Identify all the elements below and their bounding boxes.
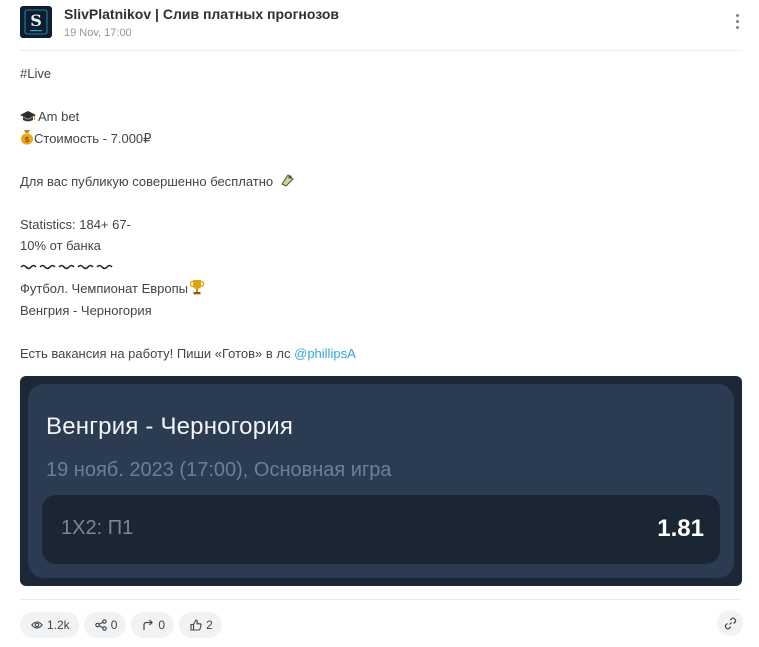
trophy-icon bbox=[189, 279, 205, 302]
reactions-button[interactable]: 2 bbox=[179, 612, 222, 638]
channel-logo-icon: S bbox=[24, 9, 48, 35]
free-note-text: Для вас публикую совершенно бесплатно bbox=[20, 173, 274, 189]
mention-link[interactable]: @phillipsA bbox=[294, 346, 356, 361]
match-text: Венгрия - Черногория bbox=[20, 302, 152, 318]
bet-card-panel: Венгрия - Черногория 19 нояб. 2023 (17:0… bbox=[28, 384, 734, 578]
channel-avatar[interactable]: S bbox=[20, 6, 52, 38]
more-dot-icon bbox=[735, 25, 739, 29]
vacancy-line: Есть вакансия на работу! Пиши «Готов» в … bbox=[20, 343, 740, 365]
tournament-line: Футбол. Чемпионат Европы bbox=[20, 278, 740, 300]
match-line: Венгрия - Черногория bbox=[20, 300, 740, 322]
post-date: 19 Nov, 17:00 bbox=[64, 27, 132, 39]
bet-market: 1X2: П1 bbox=[61, 517, 134, 539]
pin-icon bbox=[279, 172, 295, 195]
bet-card-image[interactable]: Венгрия - Черногория 19 нояб. 2023 (17:0… bbox=[20, 376, 742, 586]
forward-button[interactable]: 0 bbox=[131, 612, 175, 638]
graduation-cap-icon bbox=[20, 108, 36, 130]
more-dot-icon bbox=[735, 19, 739, 23]
svg-text:$: $ bbox=[24, 135, 30, 144]
thumbs-up-icon bbox=[190, 619, 202, 631]
post-text: #Live Am bet $ Стоимость - 7.000₽ Для ва… bbox=[20, 63, 740, 364]
link-icon bbox=[724, 617, 736, 629]
eye-icon bbox=[31, 621, 43, 629]
views-counter[interactable]: 1.2k bbox=[20, 612, 79, 638]
header-divider bbox=[20, 50, 742, 51]
forward-arrow-icon bbox=[143, 619, 154, 630]
more-dot-icon bbox=[735, 13, 739, 17]
footer-divider bbox=[20, 599, 742, 600]
channel-name[interactable]: SlivPlatnikov | Слив платных прогнозов bbox=[64, 6, 339, 22]
bet-odds-row: 1X2: П1 1.81 bbox=[42, 495, 720, 564]
price-text: Стоимость - 7.000₽ bbox=[34, 130, 152, 146]
tournament-text: Футбол. Чемпионат Европы bbox=[20, 281, 189, 296]
wave-separator bbox=[20, 257, 740, 279]
statistics-line: Statistics: 184+ 67- bbox=[20, 214, 740, 236]
bet-card-title: Венгрия - Черногория bbox=[46, 413, 294, 440]
copy-link-button[interactable] bbox=[717, 610, 743, 636]
hashtag-line: #Live bbox=[20, 63, 740, 85]
free-note-line: Для вас публикую совершенно бесплатно bbox=[20, 171, 740, 193]
views-count: 1.2k bbox=[47, 618, 70, 632]
share-icon bbox=[94, 619, 107, 631]
reactions-count: 2 bbox=[206, 618, 213, 632]
post-header: S SlivPlatnikov | Слив платных прогнозов… bbox=[20, 6, 742, 50]
wavy-dash-icon bbox=[20, 264, 113, 269]
bet-card-date: 19 нояб. 2023 (17:00), Основная игра bbox=[46, 459, 392, 481]
money-bag-icon: $ bbox=[20, 129, 34, 152]
forward-count: 0 bbox=[158, 618, 166, 632]
share-count: 0 bbox=[110, 618, 118, 632]
hashtag-link[interactable]: #Live bbox=[20, 66, 51, 81]
bet-odds: 1.81 bbox=[657, 515, 704, 542]
stake-text: 10% от банка bbox=[20, 238, 101, 253]
bookmaker-text: Am bet bbox=[38, 109, 80, 124]
more-options-button[interactable] bbox=[730, 10, 744, 32]
post-actions: 1.2k 0 0 2 bbox=[20, 612, 222, 638]
price-line: $ Стоимость - 7.000₽ bbox=[20, 128, 740, 150]
statistics-text: Statistics: 184+ 67- bbox=[20, 216, 131, 232]
svg-text:S: S bbox=[30, 11, 42, 30]
stake-line: 10% от банка bbox=[20, 235, 740, 257]
share-button[interactable]: 0 bbox=[83, 612, 127, 638]
bookmaker-line: Am bet bbox=[20, 106, 740, 128]
vacancy-text: Есть вакансия на работу! Пиши «Готов» в … bbox=[20, 345, 291, 361]
